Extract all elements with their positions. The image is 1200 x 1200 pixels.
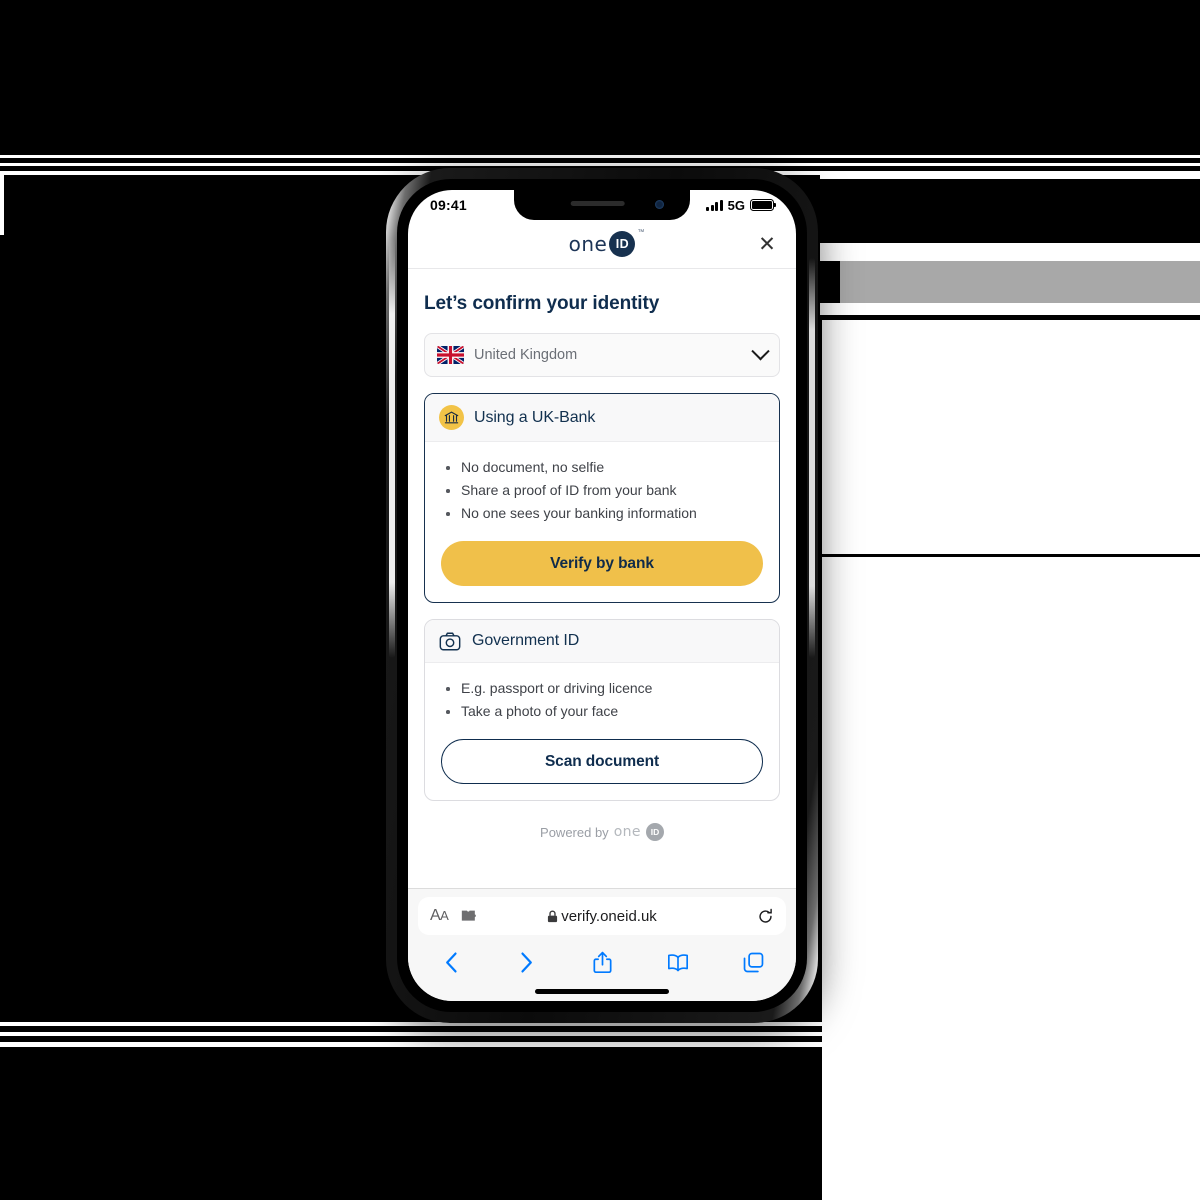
tabs-icon <box>743 952 763 972</box>
chevron-left-icon <box>445 952 457 972</box>
card-title: Using a UK-Bank <box>474 408 596 426</box>
back-button[interactable] <box>434 947 468 977</box>
status-indicators: 5G <box>706 198 774 213</box>
background-band <box>822 320 1200 554</box>
option-card-government-id[interactable]: Government ID E.g. passport or driving l… <box>424 619 780 802</box>
background-band <box>820 243 1200 261</box>
scan-document-button[interactable]: Scan document <box>441 739 763 785</box>
option-card-uk-bank[interactable]: Using a UK-Bank No document, no selfie S… <box>424 393 780 604</box>
oneid-logo: one ID ™ <box>568 229 644 257</box>
background-band <box>0 163 1200 166</box>
url-text: verify.oneid.uk <box>561 907 657 925</box>
address-bar[interactable]: AA verify.oneid.uk <box>418 897 786 935</box>
phone-mockup: 09:41 5G one ID ™ ✕ Let’s confirm your i… <box>386 168 818 1023</box>
list-item: Share a proof of ID from your bank <box>446 479 763 502</box>
status-time: 09:41 <box>430 197 467 213</box>
background-band <box>822 557 1200 1200</box>
card-bullet-list: E.g. passport or driving licence Take a … <box>441 677 763 723</box>
list-item: No document, no selfie <box>446 456 763 479</box>
chevron-down-icon <box>751 341 770 360</box>
tabs-button[interactable] <box>736 947 770 977</box>
forward-button[interactable] <box>510 947 544 977</box>
background-band <box>820 303 1200 315</box>
puzzle-piece-icon[interactable] <box>460 909 477 924</box>
background-band <box>820 175 1200 179</box>
background-band <box>0 1042 1200 1047</box>
lock-icon <box>548 910 558 922</box>
powered-by-footer: Powered by one ID <box>424 817 780 855</box>
page-title: Let’s confirm your identity <box>424 293 660 314</box>
bank-icon <box>439 405 464 430</box>
share-icon <box>592 951 612 973</box>
main-content: Let’s confirm your identity United Kingd… <box>408 269 796 856</box>
background-band <box>0 175 4 235</box>
card-header: Government ID <box>425 620 779 664</box>
phone-frame-highlight <box>389 238 395 658</box>
country-select-value: United Kingdom <box>474 347 578 363</box>
bookmarks-button[interactable] <box>661 947 695 977</box>
signal-bars-icon <box>706 199 723 211</box>
logo-id-badge: ID <box>609 231 636 257</box>
card-bullet-list: No document, no selfie Share a proof of … <box>441 456 763 525</box>
share-button[interactable] <box>585 947 619 977</box>
safari-browser-chrome: AA verify.oneid.uk <box>408 888 796 1001</box>
status-bar: 09:41 5G <box>408 190 796 220</box>
logo-word: one <box>568 232 608 256</box>
card-body: No document, no selfie Share a proof of … <box>425 442 779 602</box>
chevron-right-icon <box>521 952 532 972</box>
powered-logo-badge: ID <box>645 823 664 842</box>
country-select[interactable]: United Kingdom <box>424 333 780 377</box>
background-gray-band <box>840 261 1200 303</box>
book-icon <box>667 953 688 971</box>
card-title: Government ID <box>472 632 580 650</box>
phone-frame-highlight <box>809 258 815 658</box>
phone-screen: 09:41 5G one ID ™ ✕ Let’s confirm your i… <box>408 190 796 1001</box>
network-type-label: 5G <box>727 197 745 213</box>
verify-by-bank-button[interactable]: Verify by bank <box>441 541 763 587</box>
battery-full-icon <box>750 199 774 211</box>
trademark-symbol: ™ <box>637 229 645 236</box>
card-header: Using a UK-Bank <box>425 394 779 442</box>
list-item: E.g. passport or driving licence <box>446 677 763 700</box>
background-band <box>0 1032 1200 1036</box>
background-band <box>0 155 1200 158</box>
page-header: one ID ™ ✕ <box>408 220 796 269</box>
text-size-icon[interactable]: AA <box>430 907 449 925</box>
list-item: Take a photo of your face <box>446 700 763 723</box>
uk-flag-icon <box>437 346 464 364</box>
powered-by-text: Powered by <box>540 824 609 840</box>
browser-toolbar <box>408 935 796 985</box>
powered-logo-word: one <box>613 824 641 841</box>
home-indicator <box>535 989 669 994</box>
close-icon[interactable]: ✕ <box>752 229 782 259</box>
card-body: E.g. passport or driving licence Take a … <box>425 663 779 800</box>
list-item: No one sees your banking information <box>446 502 763 525</box>
reload-icon[interactable] <box>757 908 774 925</box>
camera-icon <box>439 631 462 651</box>
